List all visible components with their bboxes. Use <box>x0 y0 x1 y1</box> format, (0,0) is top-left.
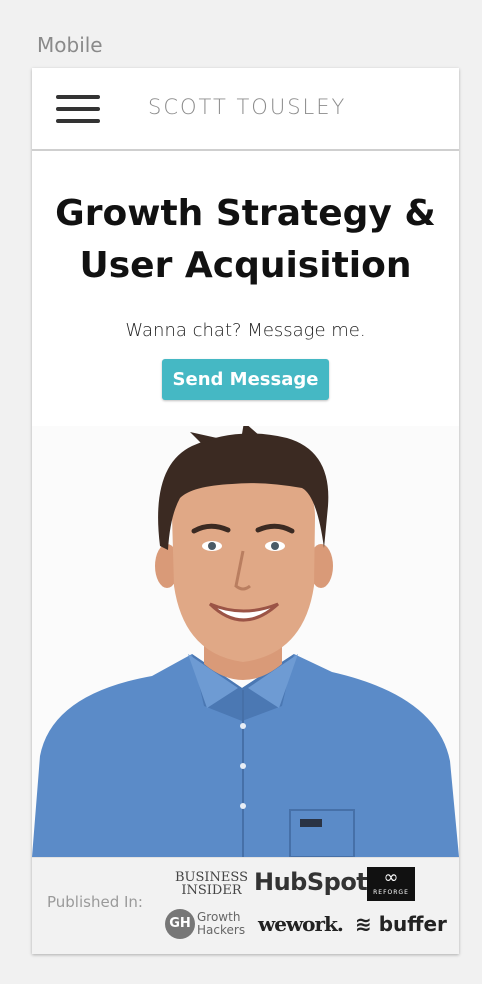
top-nav: SCOTT TOUSLEY <box>32 68 459 151</box>
hamburger-icon[interactable] <box>56 95 100 123</box>
send-message-button[interactable]: Send Message <box>161 359 330 400</box>
logo-text: REFORGE <box>373 889 409 896</box>
published-label: Published In: <box>47 893 143 911</box>
hero-tagline: Wanna chat? Message me. <box>125 320 366 341</box>
portrait-illustration <box>32 426 459 857</box>
logo-text: INSIDER <box>181 883 242 898</box>
growth-hackers-mark-icon: GH <box>165 909 195 939</box>
logo-text: buffer <box>378 912 447 936</box>
hamburger-line <box>56 95 100 99</box>
reforge-logo[interactable]: ∞ REFORGE <box>367 867 415 901</box>
hero-title-line: User Acquisition <box>79 245 412 286</box>
wework-logo[interactable]: wework. <box>258 912 344 936</box>
logo-text: Growth Hackers <box>197 911 257 937</box>
site-brand[interactable]: SCOTT TOUSLEY <box>148 95 346 119</box>
profile-photo <box>32 426 459 857</box>
business-insider-logo[interactable]: BUSINESS INSIDER <box>175 871 248 897</box>
hero-title: Growth Strategy & User Acquisition <box>32 188 459 292</box>
buffer-logo[interactable]: ≋ buffer <box>355 912 447 936</box>
hero-title-line: Growth Strategy & <box>55 193 436 234</box>
frame-label: Mobile <box>37 33 103 57</box>
reforge-mark-icon: ∞ <box>383 867 399 888</box>
published-in-bar: Published In: BUSINESS INSIDER HubSpot ∞… <box>32 857 459 954</box>
buffer-stack-icon: ≋ <box>355 912 379 936</box>
logo-text: Hackers <box>197 923 246 937</box>
hamburger-line <box>56 119 100 123</box>
hamburger-line <box>56 107 100 111</box>
hubspot-logo[interactable]: HubSpot <box>254 868 368 896</box>
mobile-frame: SCOTT TOUSLEY Growth Strategy & User Acq… <box>32 68 459 954</box>
